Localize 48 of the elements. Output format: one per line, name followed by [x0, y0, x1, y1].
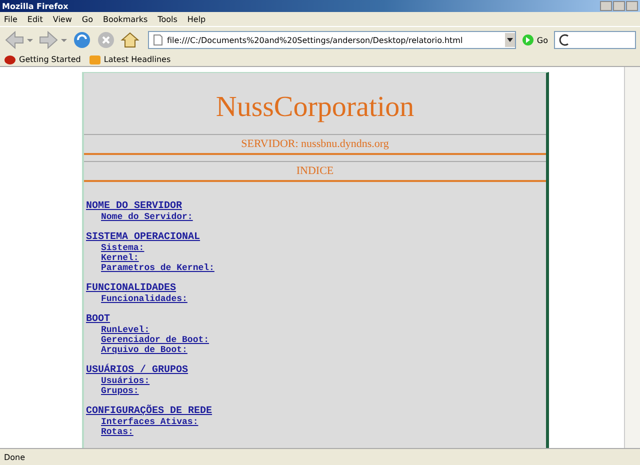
section-link[interactable]: FUNCIONALIDADES — [86, 284, 176, 294]
search-engine-icon — [557, 33, 571, 47]
item-link[interactable]: Rotas: — [101, 427, 134, 437]
window-title: Mozilla Firefox — [2, 2, 68, 10]
item-link[interactable]: Sistema: — [101, 243, 144, 253]
address-field[interactable]: file:///C:/Documents%20and%20Settings/anderson/Desktop/relatorio.html — [148, 31, 516, 49]
bookmark-icon — [4, 54, 16, 64]
item-link[interactable]: Gerenciador de Boot: — [101, 335, 210, 345]
menu-item[interactable]: Help — [187, 14, 206, 24]
bookmark-link[interactable]: Latest Headlines — [88, 54, 171, 64]
status-text: Done — [4, 452, 26, 462]
back-arrow-icon[interactable] — [4, 30, 34, 50]
page-title: NussCorporation — [214, 91, 416, 124]
menu-item[interactable]: Bookmarks — [102, 14, 148, 24]
search-field[interactable] — [554, 31, 636, 49]
section-link[interactable]: NOME DO SERVIDOR — [86, 202, 182, 212]
bookmark-link[interactable]: Getting Started — [4, 54, 81, 64]
item-link[interactable]: Kernel: — [101, 253, 139, 263]
menu-item[interactable]: Edit — [27, 14, 43, 24]
go-button[interactable]: Go — [520, 34, 550, 46]
item-link[interactable]: Interfaces Ativas: — [101, 417, 198, 427]
item-link[interactable]: Nome do Servidor: — [101, 212, 193, 222]
home-icon[interactable] — [120, 30, 140, 50]
section-link[interactable]: USUÁRIOS / GRUPOS — [86, 366, 188, 376]
item-link[interactable]: Arquivo de Boot: — [101, 345, 188, 355]
index-heading: INDICE — [296, 165, 334, 177]
section-link[interactable]: BOOT — [86, 315, 110, 325]
scrollbar[interactable] — [624, 67, 640, 448]
item-link[interactable]: Usuários: — [101, 376, 150, 386]
item-link[interactable]: Parametros de Kernel: — [101, 263, 214, 273]
section-link[interactable]: SISTEMA OPERACIONAL — [86, 233, 200, 243]
close-button[interactable] — [626, 1, 638, 11]
server-name: SERVIDOR: nussbnu.dyndns.org — [241, 138, 389, 150]
stop-icon[interactable] — [96, 30, 116, 50]
minimize-button[interactable] — [600, 1, 612, 11]
page-icon — [153, 34, 163, 46]
item-link[interactable]: RunLevel: — [101, 325, 150, 335]
reload-icon[interactable] — [72, 30, 92, 50]
forward-arrow-icon[interactable] — [38, 30, 68, 50]
section-link[interactable]: CONFIGURAÇÕES DE REDE — [86, 407, 212, 417]
menu-item[interactable]: File — [4, 14, 18, 24]
maximize-button[interactable] — [613, 1, 625, 11]
menu-item[interactable]: View — [52, 14, 72, 24]
feed-icon — [88, 54, 101, 64]
item-link[interactable]: Funcionalidades: — [101, 294, 188, 304]
menu-item[interactable]: Tools — [158, 14, 178, 24]
item-link[interactable]: Grupos: — [101, 386, 139, 396]
menu-item[interactable]: Go — [82, 14, 93, 24]
